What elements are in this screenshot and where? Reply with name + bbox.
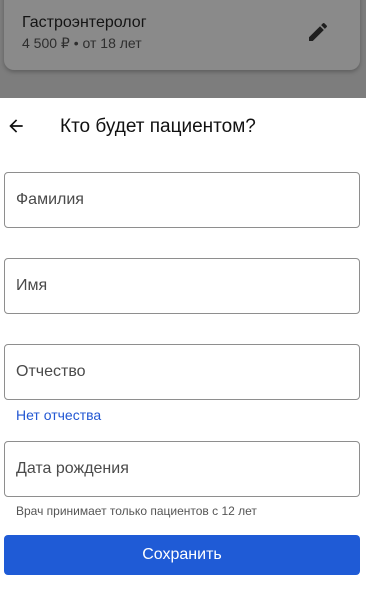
service-title: Гастроэнтеролог — [22, 14, 147, 31]
birth-date-field[interactable] — [4, 441, 360, 497]
last-name-field[interactable] — [4, 172, 360, 228]
middle-name-field[interactable] — [4, 344, 360, 400]
no-middle-name-link[interactable]: Нет отчества — [16, 407, 101, 423]
save-button[interactable]: Сохранить — [4, 535, 360, 575]
dim-overlay[interactable]: Гастроэнтеролог 4 500 ₽ • от 18 лет — [0, 0, 366, 98]
age-hint: Врач принимает только пациентов с 12 лет — [16, 504, 257, 518]
screen: Гастроэнтеролог 4 500 ₽ • от 18 лет Кто … — [0, 0, 366, 595]
page-title: Кто будет пациентом? — [60, 116, 256, 137]
service-price-age: 4 500 ₽ • от 18 лет — [22, 35, 142, 51]
selected-service-card: Гастроэнтеролог 4 500 ₽ • от 18 лет — [4, 0, 360, 70]
patient-sheet: Кто будет пациентом? Нет отчества Врач п… — [0, 98, 366, 595]
arrow-left-icon — [9, 119, 23, 133]
back-button[interactable] — [4, 114, 28, 138]
first-name-field[interactable] — [4, 258, 360, 314]
pencil-icon[interactable] — [306, 20, 330, 44]
